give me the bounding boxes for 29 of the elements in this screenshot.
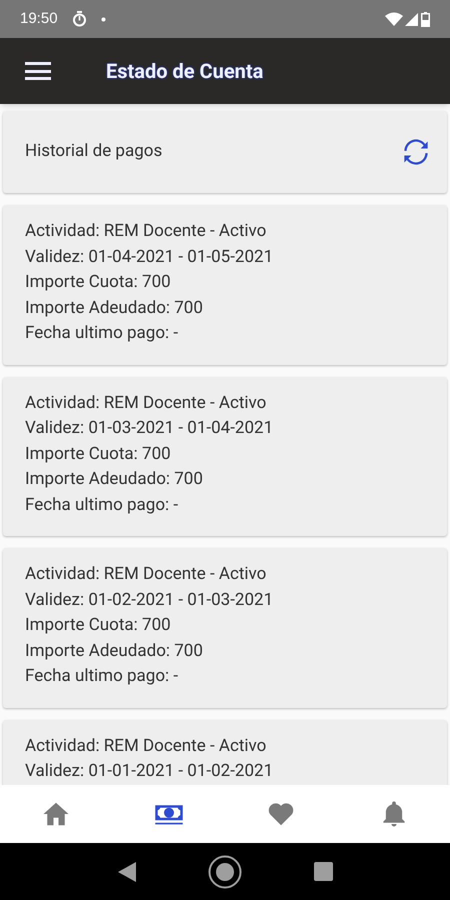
section-title: Historial de pagos bbox=[25, 140, 164, 164]
payment-detail: Actividad: REM Docente - Activo bbox=[25, 220, 268, 243]
payment-detail: Fecha ultimo pago: - bbox=[25, 665, 180, 688]
payment-detail: Importe Cuota: 700 bbox=[25, 614, 172, 637]
payment-detail: Validez: 01-01-2021 - 01-02-2021 bbox=[25, 760, 274, 783]
menu-icon[interactable] bbox=[25, 62, 51, 80]
status-time: 19:50 bbox=[20, 8, 58, 29]
back-icon[interactable] bbox=[118, 862, 136, 882]
recents-icon[interactable] bbox=[314, 862, 332, 881]
dot-icon bbox=[100, 16, 106, 22]
timer-icon bbox=[72, 11, 87, 27]
payment-detail: Importe Adeudado: 700 bbox=[25, 640, 204, 662]
screen-title: Estado de Cuenta bbox=[106, 58, 264, 85]
wifi-icon bbox=[385, 12, 403, 26]
home-button-icon[interactable] bbox=[208, 854, 242, 888]
payment-detail: Actividad: REM Docente - Activo bbox=[25, 392, 268, 414]
payment-detail: Importe Cuota: 700 bbox=[25, 271, 172, 294]
battery-icon bbox=[421, 12, 430, 26]
payment-detail: Validez: 01-03-2021 - 01-04-2021 bbox=[25, 417, 274, 440]
payment-detail: Importe Adeudado: 700 bbox=[25, 468, 204, 491]
payment-detail: Importe Adeudado: 700 bbox=[25, 296, 204, 320]
payment-detail: Importe Cuota: 700 bbox=[25, 442, 172, 466]
payment-detail: Validez: 01-04-2021 - 01-05-2021 bbox=[25, 246, 274, 268]
payment-detail: Actividad: REM Docente - Activo bbox=[25, 563, 268, 586]
payment-detail: Validez: 01-02-2021 - 01-03-2021 bbox=[25, 588, 274, 612]
signal-icon bbox=[405, 12, 418, 26]
payment-detail: Fecha ultimo pago: - bbox=[25, 322, 180, 345]
payment-detail: Actividad: REM Docente - Activo bbox=[25, 734, 268, 758]
payment-detail: Fecha ultimo pago: - bbox=[25, 494, 180, 516]
